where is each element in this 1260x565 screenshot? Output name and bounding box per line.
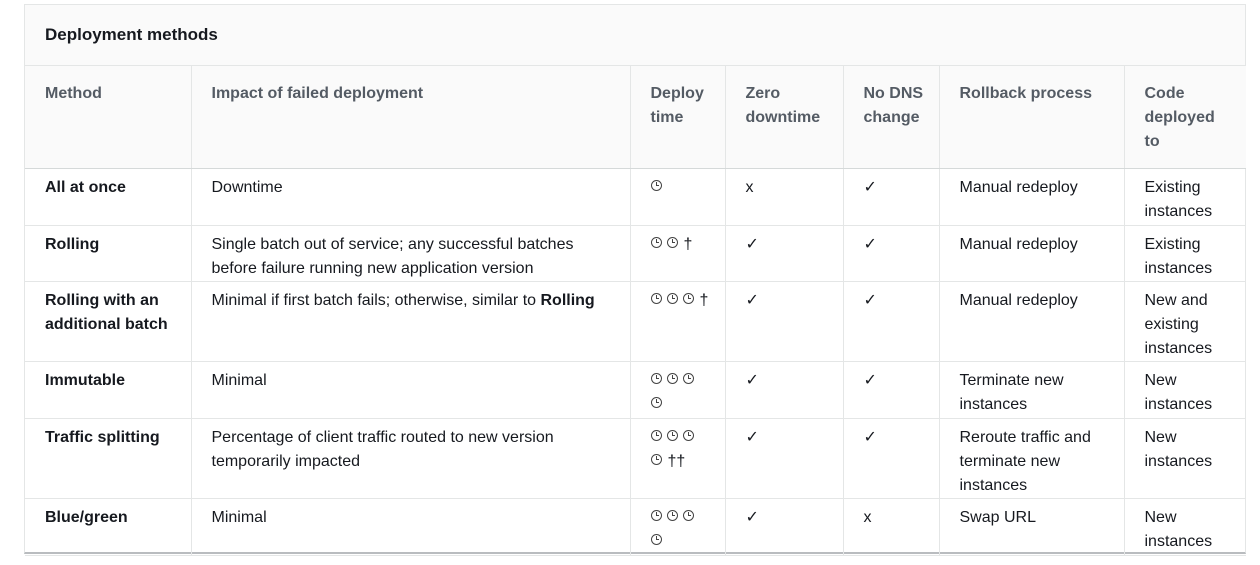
deployment-methods-panel: Deployment methods Method Impact of fail… [24, 4, 1246, 556]
clock-icon [666, 292, 678, 304]
clock-icon [650, 533, 662, 545]
cell-method: Immutable [25, 361, 191, 419]
cell-deploy-time: † [629, 225, 725, 282]
cell-impact: Minimal [190, 498, 630, 556]
cell-zero-downtime: ✓ [724, 361, 843, 419]
cell-zero-downtime: ✓ [724, 498, 843, 556]
cell-no-dns-change: ✓ [842, 361, 939, 419]
cell-no-dns-change: ✓ [842, 168, 939, 226]
clock-icon [682, 292, 694, 304]
clock-icon [666, 236, 678, 248]
cell-deploy-time [629, 498, 725, 556]
column-header-no-dns-change: No DNS change [842, 66, 939, 169]
cell-impact: Percentage of client traffic routed to n… [190, 418, 630, 499]
column-header-impact: Impact of failed deployment [190, 66, 630, 169]
column-header-method: Method [25, 66, 191, 169]
cell-code-deployed-to: Existing instances [1123, 225, 1246, 282]
cell-deploy-time: †† [629, 418, 725, 499]
cell-no-dns-change: ✓ [842, 418, 939, 499]
cell-method: Blue/green [25, 498, 191, 556]
panel-title: Deployment methods [25, 5, 1245, 66]
cell-rollback: Swap URL [938, 498, 1124, 556]
clock-icon [666, 509, 678, 521]
clock-icon [666, 429, 678, 441]
cell-rollback: Terminate new instances [938, 361, 1124, 419]
table-row: Immutable Minimal ✓ ✓ Terminate new instance… [25, 361, 1246, 419]
cell-no-dns-change: x [842, 498, 939, 556]
column-header-deploy-time: Deploy time [629, 66, 725, 169]
clock-icon [650, 179, 662, 191]
clock-icon [650, 509, 662, 521]
clock-icon [650, 292, 662, 304]
clock-icon [666, 372, 678, 384]
cell-zero-downtime: ✓ [724, 281, 843, 362]
impact-text: Downtime [211, 178, 283, 196]
impact-text: Percentage of client traffic routed to n… [211, 428, 554, 470]
cell-impact: Minimal if first batch fails; otherwise,… [190, 281, 630, 362]
cell-deploy-time [629, 168, 725, 226]
cell-rollback: Manual redeploy [938, 281, 1124, 362]
cell-impact: Single batch out of service; any success… [190, 225, 630, 282]
clock-icon [650, 396, 662, 408]
clock-icon [650, 453, 662, 465]
cell-rollback: Manual redeploy [938, 225, 1124, 282]
table-row: Traffic splitting Percentage of client tr… [25, 418, 1246, 499]
cell-method: All at once [25, 168, 191, 226]
table-row: Rolling with an additional batch Minimal … [25, 281, 1246, 362]
cell-rollback: Manual redeploy [938, 168, 1124, 226]
impact-text: Minimal if first batch fails; otherwise,… [211, 291, 541, 309]
clock-icon [650, 372, 662, 384]
column-header-code-deployed-to: Code deployed to [1123, 66, 1246, 169]
cell-code-deployed-to: New and existing instances [1123, 281, 1246, 362]
table-row: All at once Downtime x ✓ Manual redeploy Exis… [25, 168, 1246, 226]
cell-method: Traffic splitting [25, 418, 191, 499]
dagger-footnote: †† [667, 452, 686, 470]
clock-icon [650, 236, 662, 248]
cell-no-dns-change: ✓ [842, 225, 939, 282]
cell-deploy-time [629, 361, 725, 419]
column-header-rollback: Rollback process [938, 66, 1124, 169]
cell-code-deployed-to: New instances [1123, 418, 1246, 499]
cell-method: Rolling [25, 225, 191, 282]
table-row: Blue/green Minimal ✓ x Swap URL New instances [25, 498, 1246, 556]
cell-zero-downtime: ✓ [724, 225, 843, 282]
cell-zero-downtime: x [724, 168, 843, 226]
clock-icon [682, 372, 694, 384]
cell-code-deployed-to: New instances [1123, 498, 1246, 556]
deployment-methods-table: Method Impact of failed deployment Deplo… [25, 66, 1246, 556]
clock-icon [682, 429, 694, 441]
table-header-row: Method Impact of failed deployment Deplo… [25, 66, 1246, 169]
column-header-zero-downtime: Zero downtime [724, 66, 843, 169]
clock-icon [682, 509, 694, 521]
clock-icon [650, 429, 662, 441]
impact-text: Single batch out of service; any success… [211, 235, 574, 277]
cell-no-dns-change: ✓ [842, 281, 939, 362]
cell-rollback: Reroute traffic and terminate new instan… [938, 418, 1124, 499]
impact-text: Minimal [211, 371, 267, 389]
impact-bold-text: Rolling [540, 291, 595, 309]
cell-impact: Minimal [190, 361, 630, 419]
cell-zero-downtime: ✓ [724, 418, 843, 499]
cell-method: Rolling with an additional batch [25, 281, 191, 362]
table-row: Rolling Single batch out of service; any … [25, 225, 1246, 282]
cell-deploy-time: † [629, 281, 725, 362]
cell-code-deployed-to: New instances [1123, 361, 1246, 419]
dagger-footnote: † [683, 235, 693, 253]
dagger-footnote: † [699, 291, 709, 309]
impact-text: Minimal [211, 508, 267, 526]
cell-impact: Downtime [190, 168, 630, 226]
cell-code-deployed-to: Existing instances [1123, 168, 1246, 226]
